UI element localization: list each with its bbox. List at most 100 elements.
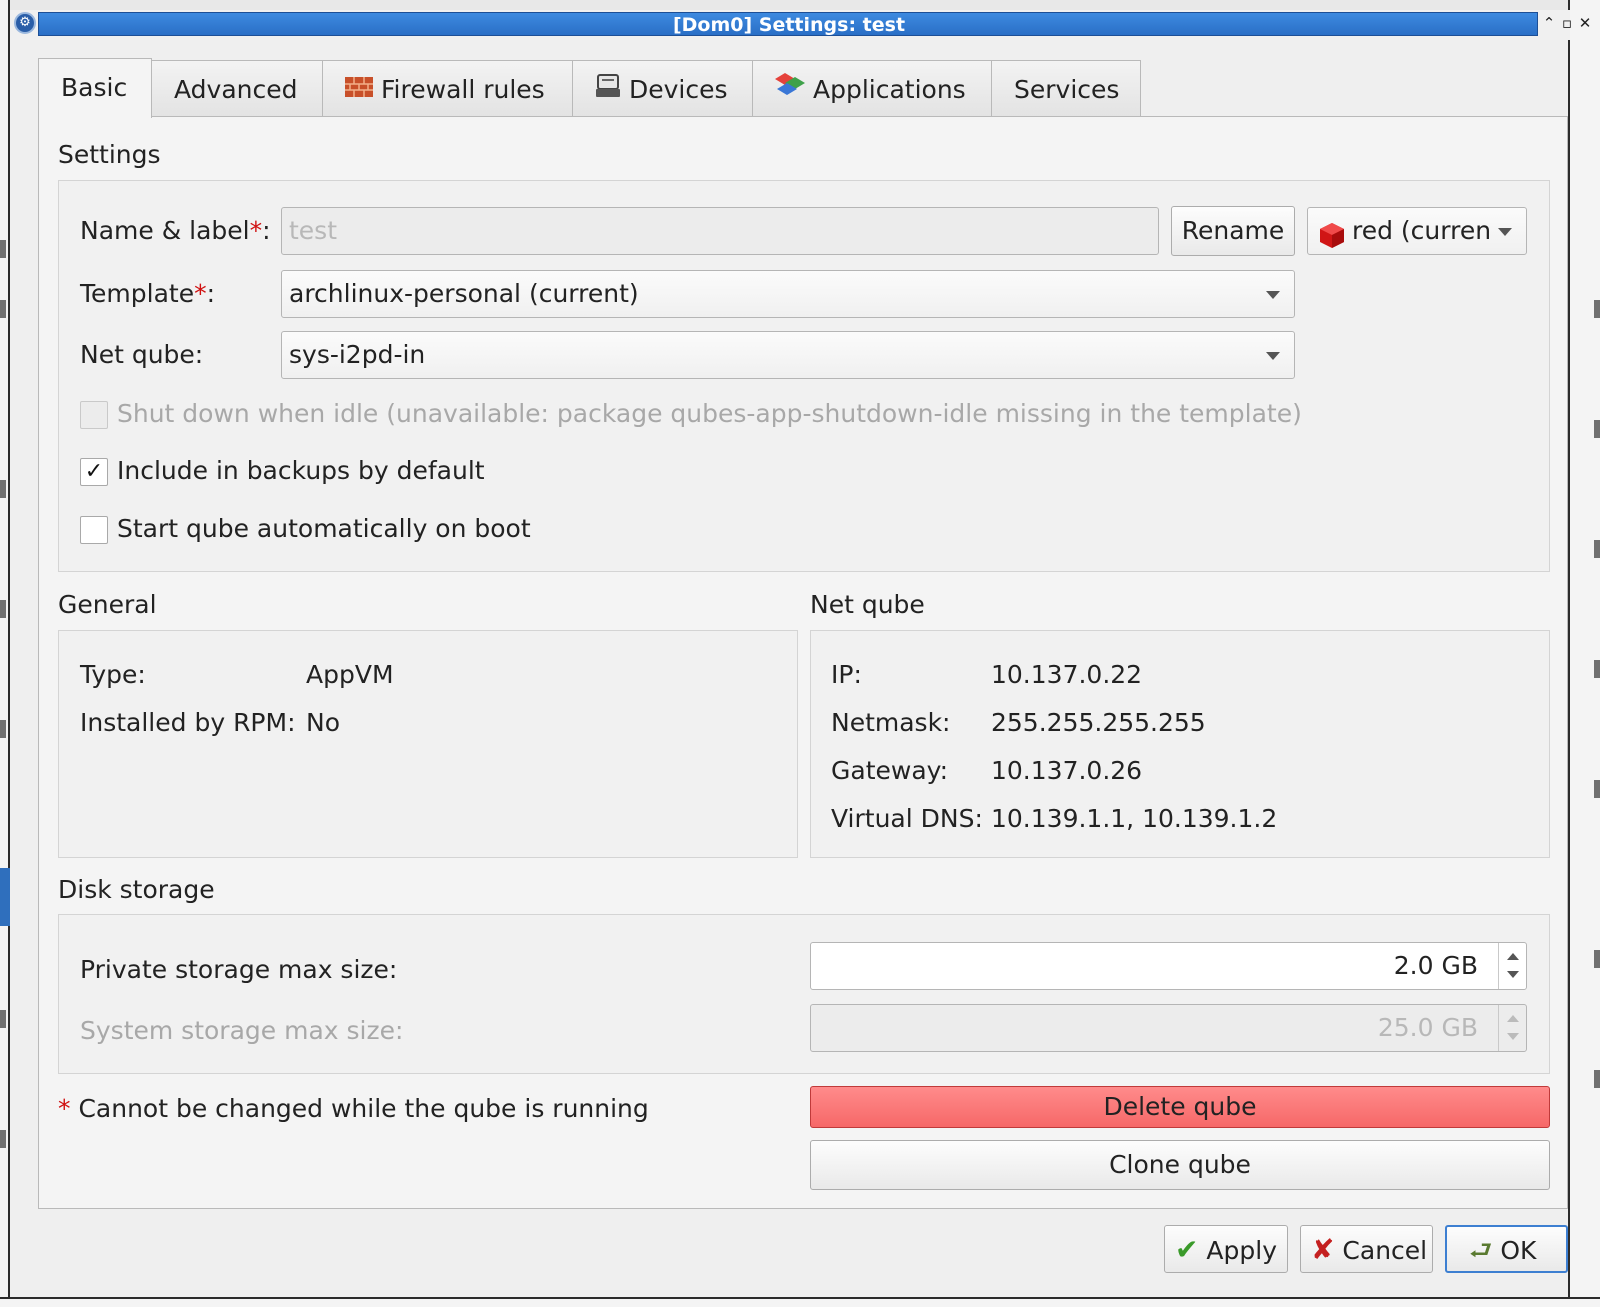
tab-basic[interactable]: Basic xyxy=(38,58,152,118)
netqube-label: Net qube: xyxy=(80,340,204,369)
spin-down-icon[interactable] xyxy=(1507,1033,1519,1040)
private-storage-label: Private storage max size: xyxy=(80,955,398,984)
chevron-down-icon xyxy=(1266,352,1280,360)
autostart-label: Start qube automatically on boot xyxy=(117,514,531,543)
clone-qube-button[interactable]: Clone qube xyxy=(810,1140,1550,1190)
required-note: * Cannot be changed while the qube is ru… xyxy=(58,1094,649,1123)
background-mark xyxy=(0,480,6,498)
cancel-x-icon: ✘ xyxy=(1311,1233,1335,1266)
tab-devices[interactable]: Devices xyxy=(572,60,753,116)
tab-label: Applications xyxy=(813,75,966,104)
red-cube-icon xyxy=(1318,218,1346,264)
tab-label: Basic xyxy=(61,73,128,102)
backups-label: Include in backups by default xyxy=(117,456,485,485)
background-window-left-edge xyxy=(0,0,10,1307)
spin-buttons[interactable] xyxy=(1498,943,1526,989)
background-mark xyxy=(0,240,6,258)
background-mark xyxy=(0,720,6,738)
tab-applications[interactable]: Applications xyxy=(752,60,992,116)
background-selection-mark xyxy=(0,868,10,926)
ip-value: 10.137.0.22 xyxy=(991,660,1143,689)
shutdown-idle-label: Shut down when idle (unavailable: packag… xyxy=(117,399,1302,428)
maximize-icon[interactable]: ▫ xyxy=(1558,13,1576,33)
rename-button[interactable]: Rename xyxy=(1171,206,1295,256)
background-mark xyxy=(0,1130,6,1148)
background-mark xyxy=(1594,420,1600,438)
qubes-settings-icon[interactable]: ⚙ xyxy=(14,12,36,34)
template-value: archlinux-personal (current) xyxy=(289,279,639,308)
shutdown-idle-checkbox[interactable] xyxy=(80,401,108,429)
disk-section-title: Disk storage xyxy=(58,875,215,904)
name-field[interactable]: test xyxy=(281,207,1159,255)
type-label: Type: xyxy=(80,660,146,689)
tab-label: Devices xyxy=(629,75,728,104)
background-mark xyxy=(1594,540,1600,558)
tab-label: Firewall rules xyxy=(381,75,545,104)
netqube-section-title: Net qube xyxy=(810,590,925,619)
tab-services[interactable]: Services xyxy=(991,60,1141,116)
netqube-value: sys-i2pd-in xyxy=(289,340,426,369)
dns-label: Virtual DNS: xyxy=(831,804,983,833)
netmask-label: Netmask: xyxy=(831,708,951,737)
private-storage-spinbox[interactable]: 2.0 GB xyxy=(810,942,1527,990)
rpm-value: No xyxy=(306,708,340,737)
template-label: Template*: xyxy=(80,279,216,308)
spin-up-icon[interactable] xyxy=(1507,1015,1519,1022)
ok-button[interactable]: ⮐ OK xyxy=(1445,1225,1568,1273)
ip-label: IP: xyxy=(831,660,862,689)
required-note-text: Cannot be changed while the qube is runn… xyxy=(78,1094,649,1123)
spin-buttons[interactable] xyxy=(1498,1005,1526,1051)
applications-icon xyxy=(775,62,805,120)
cancel-button[interactable]: ✘ Cancel xyxy=(1300,1225,1433,1273)
background-desktop-strip xyxy=(0,0,1600,10)
background-window-bottom-edge xyxy=(0,1297,1600,1307)
label-color-value: red (curren xyxy=(1352,216,1492,245)
netqube-dropdown[interactable]: sys-i2pd-in xyxy=(281,331,1295,379)
gateway-label: Gateway: xyxy=(831,756,949,785)
spin-up-icon[interactable] xyxy=(1507,953,1519,960)
tab-advanced[interactable]: Advanced xyxy=(151,60,323,116)
system-storage-spinbox[interactable]: 25.0 GB xyxy=(810,1004,1527,1052)
system-storage-label: System storage max size: xyxy=(80,1016,404,1045)
chevron-down-icon xyxy=(1266,291,1280,299)
private-storage-value: 2.0 GB xyxy=(1393,951,1478,980)
ok-label: OK xyxy=(1500,1236,1537,1265)
template-dropdown[interactable]: archlinux-personal (current) xyxy=(281,270,1295,318)
background-mark xyxy=(1594,780,1600,798)
tab-firewall-rules[interactable]: Firewall rules xyxy=(322,60,573,116)
gateway-value: 10.137.0.26 xyxy=(991,756,1143,785)
window-title: [Dom0] Settings: test xyxy=(672,14,906,36)
system-storage-value: 25.0 GB xyxy=(1377,1013,1478,1042)
minimize-icon[interactable]: ⌃ xyxy=(1540,13,1558,33)
name-label: Name & label*: xyxy=(80,216,271,245)
title-bar[interactable]: ⚙ [Dom0] Settings: test ⌃ ▫ ✕ xyxy=(10,10,1591,40)
background-mark xyxy=(1594,660,1600,678)
apply-button[interactable]: ✔ Apply xyxy=(1164,1225,1288,1273)
type-value: AppVM xyxy=(306,660,394,689)
backups-checkbox[interactable]: ✓ xyxy=(80,458,108,486)
background-mark xyxy=(1594,950,1600,968)
checkmark-icon: ✔ xyxy=(1175,1233,1199,1266)
label-color-dropdown[interactable]: red (curren xyxy=(1307,207,1527,255)
rpm-label: Installed by RPM: xyxy=(80,708,296,737)
background-mark xyxy=(0,1010,6,1028)
required-asterisk: * xyxy=(58,1094,71,1123)
devices-icon xyxy=(595,62,621,120)
close-icon[interactable]: ✕ xyxy=(1576,13,1594,33)
background-mark xyxy=(1594,1070,1600,1088)
general-section-title: General xyxy=(58,590,157,619)
spin-down-icon[interactable] xyxy=(1507,971,1519,978)
chevron-down-icon xyxy=(1498,228,1512,236)
background-mark xyxy=(0,300,6,318)
firewall-icon xyxy=(345,62,373,120)
autostart-checkbox[interactable] xyxy=(80,516,108,544)
apply-label: Apply xyxy=(1206,1236,1278,1265)
tab-label: Services xyxy=(1014,75,1120,104)
netmask-value: 255.255.255.255 xyxy=(991,708,1206,737)
dns-value: 10.139.1.1, 10.139.1.2 xyxy=(991,804,1278,833)
title-bar-highlight: [Dom0] Settings: test xyxy=(38,12,1538,36)
ok-arrow-icon: ⮐ xyxy=(1469,1236,1493,1266)
general-group xyxy=(58,630,798,858)
cancel-label: Cancel xyxy=(1342,1236,1428,1265)
delete-qube-button[interactable]: Delete qube xyxy=(810,1086,1550,1128)
